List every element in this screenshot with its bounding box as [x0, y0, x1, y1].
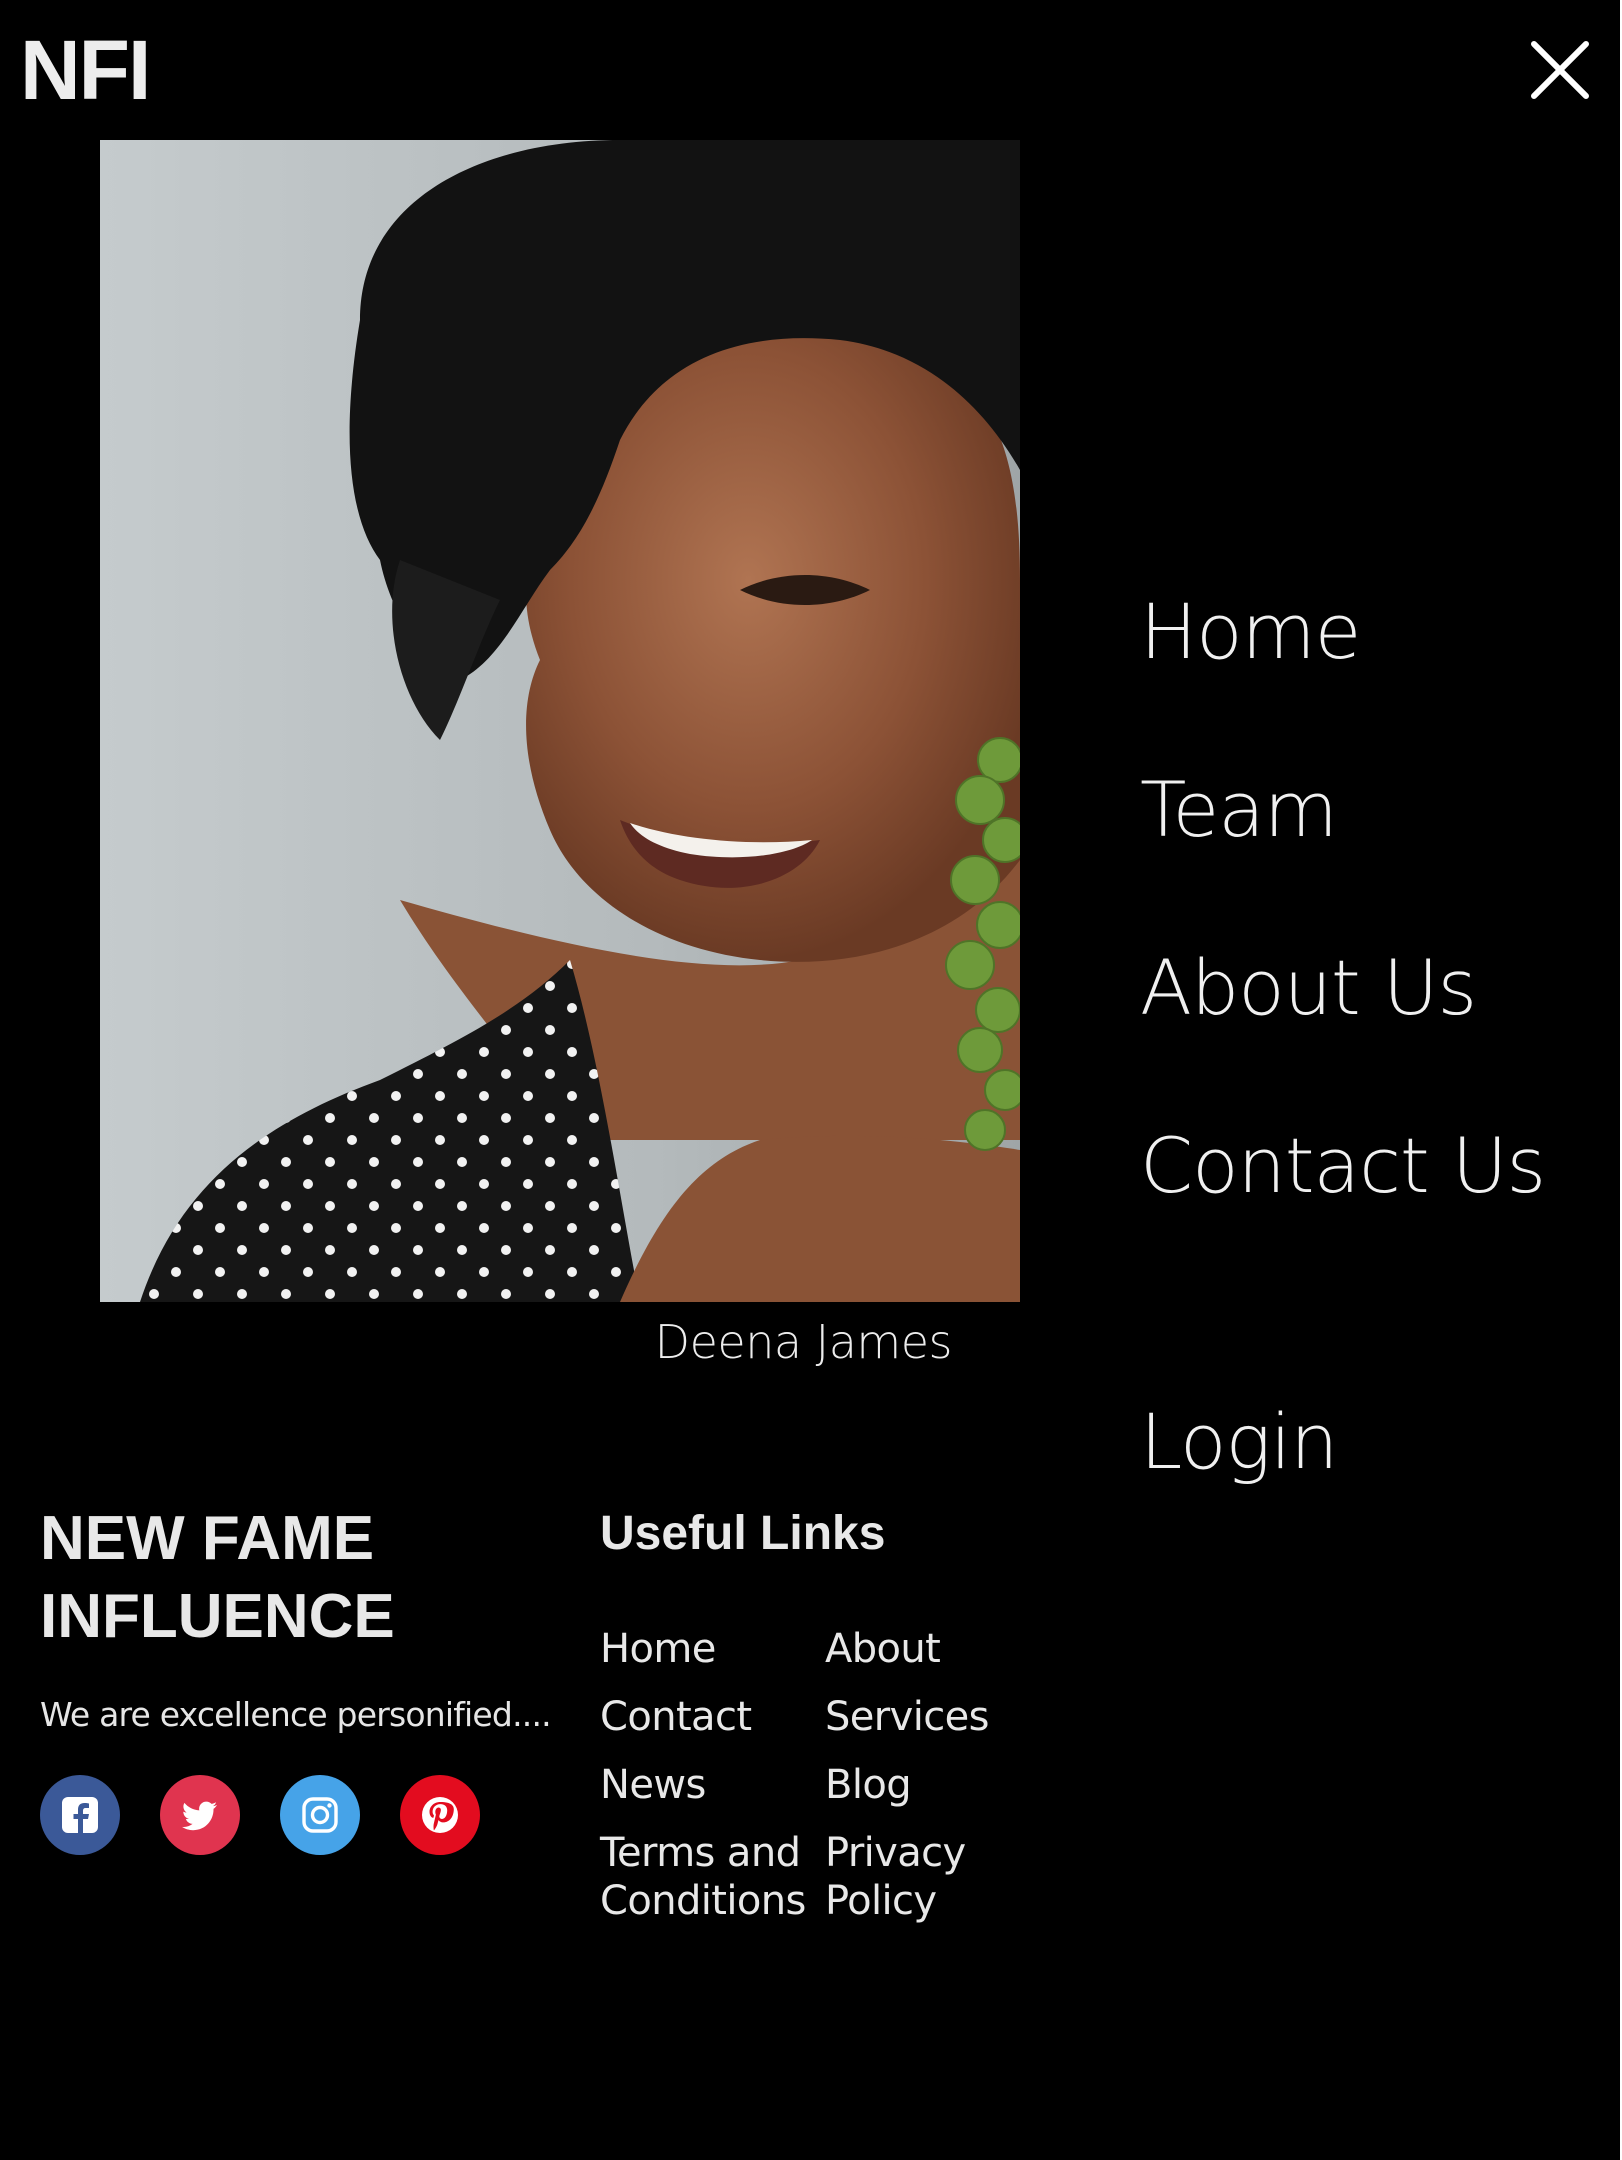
pinterest-icon — [422, 1797, 458, 1833]
footer-link-news[interactable]: News — [600, 1761, 820, 1809]
footer-link-home[interactable]: Home — [600, 1625, 820, 1673]
twitter-button[interactable] — [160, 1775, 240, 1855]
footer-link-about[interactable]: About — [825, 1625, 1025, 1673]
footer-link-services[interactable]: Services — [825, 1693, 1025, 1741]
menu-item-login[interactable]: Login — [1140, 1394, 1338, 1490]
instagram-icon — [302, 1797, 338, 1833]
menu-item-contact-us[interactable]: Contact Us — [1140, 1118, 1580, 1214]
photo-caption: Deena James — [654, 1315, 953, 1369]
close-menu-button[interactable] — [1528, 38, 1592, 102]
twitter-icon — [182, 1801, 217, 1831]
menu-item-about-us[interactable]: About Us — [1140, 940, 1477, 1036]
site-logo[interactable]: NFI — [20, 20, 151, 120]
menu-item-team[interactable]: Team — [1140, 762, 1338, 858]
facebook-button[interactable] — [40, 1775, 120, 1855]
pinterest-button[interactable] — [400, 1775, 480, 1855]
close-icon — [1531, 41, 1589, 99]
footer-link-terms[interactable]: Terms and Conditions — [600, 1829, 820, 1925]
footer-tagline: We are excellence personified.... — [40, 1695, 552, 1734]
useful-links-heading: Useful Links — [600, 1507, 886, 1560]
footer-link-blog[interactable]: Blog — [825, 1761, 1025, 1809]
footer-brand-title: NEW FAME INFLUENCE — [40, 1504, 395, 1651]
facebook-icon — [62, 1797, 98, 1833]
profile-photo — [100, 140, 1020, 1302]
instagram-button[interactable] — [280, 1775, 360, 1855]
menu-item-home[interactable]: Home — [1140, 584, 1361, 680]
footer-link-privacy[interactable]: Privacy Policy — [825, 1829, 1025, 1925]
portrait-image — [100, 140, 1020, 1302]
footer-link-contact[interactable]: Contact — [600, 1693, 820, 1741]
